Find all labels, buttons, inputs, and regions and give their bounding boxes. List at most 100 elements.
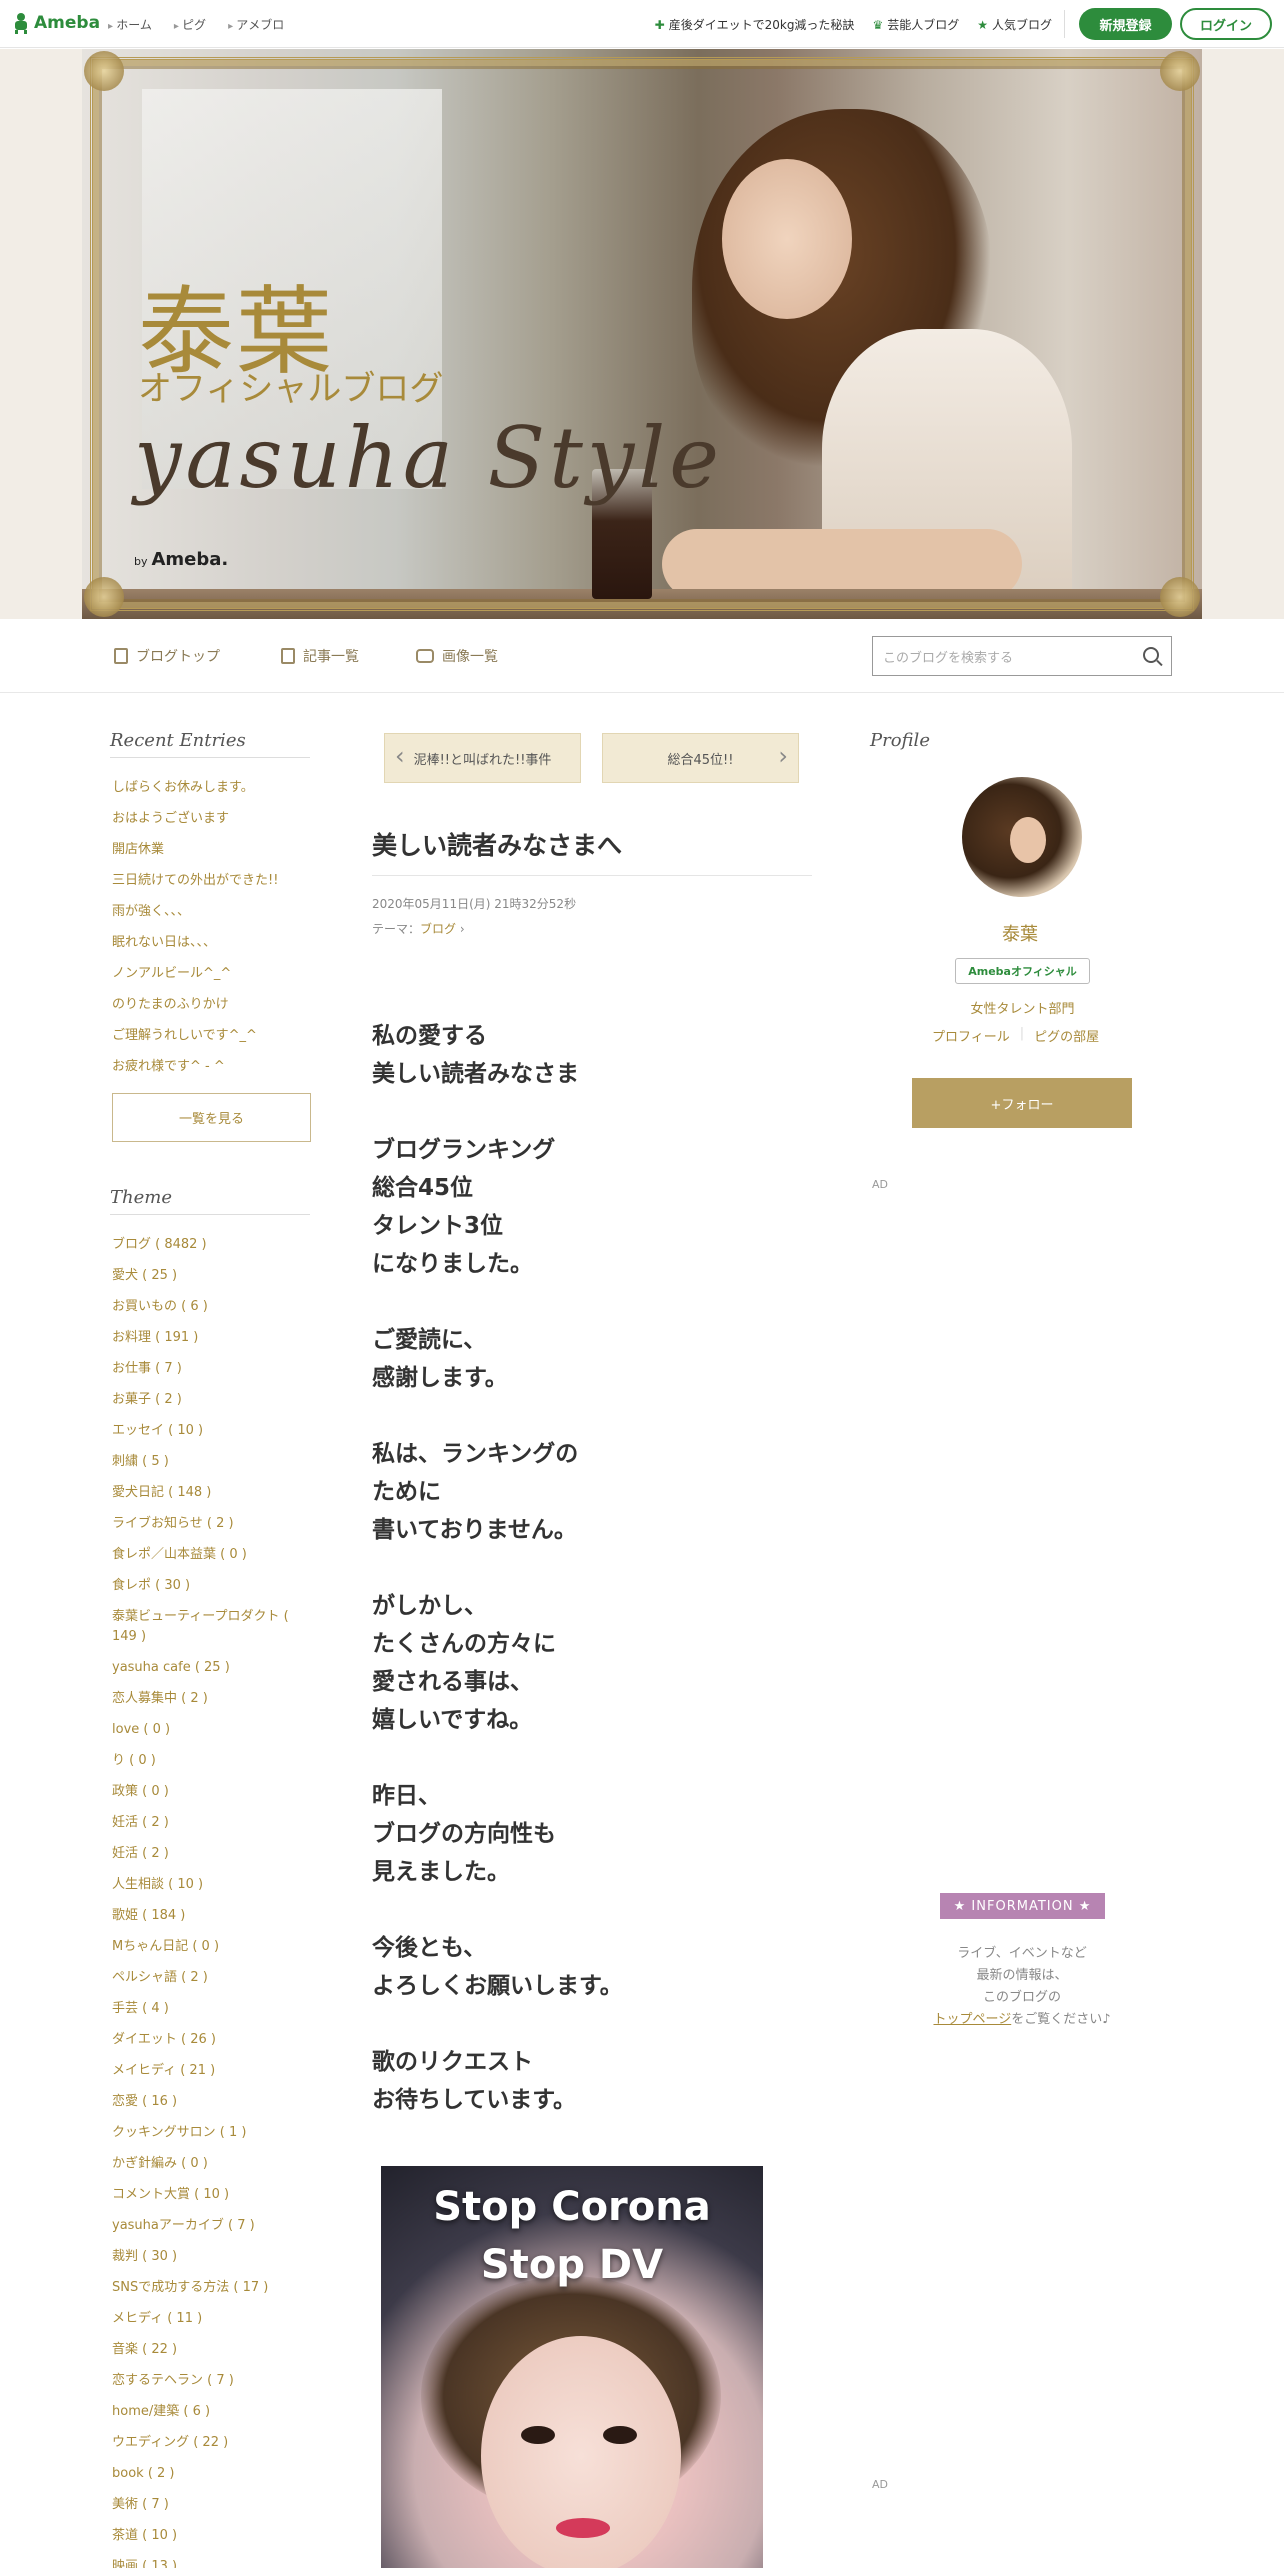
plus-icon: ✚ bbox=[654, 18, 665, 32]
theme-link[interactable]: ウエディング ( 22 ) bbox=[112, 2427, 312, 2458]
profile-avatar[interactable] bbox=[962, 777, 1082, 897]
prev-entry-label: 泥棒!!と叫ばれた!!事件 bbox=[413, 752, 552, 768]
recent-entry-link[interactable]: お疲れ様です^ - ^ bbox=[112, 1051, 312, 1082]
nav-ameblo[interactable]: アメブロ bbox=[228, 16, 284, 33]
theme-link[interactable]: お菓子 ( 2 ) bbox=[112, 1384, 312, 1415]
theme-link[interactable]: 愛犬日記 ( 148 ) bbox=[112, 1477, 312, 1508]
link-diet[interactable]: ✚ 産後ダイエットで20kg減った秘訣 bbox=[655, 16, 855, 33]
theme-link[interactable]: love ( 0 ) bbox=[112, 1714, 312, 1745]
theme-link[interactable]: 茶道 ( 10 ) bbox=[112, 2520, 312, 2551]
theme-link[interactable]: コメント大賞 ( 10 ) bbox=[112, 2179, 312, 2210]
ameba-label: Ameba. bbox=[151, 549, 229, 570]
theme-link[interactable]: エッセイ ( 10 ) bbox=[112, 1415, 312, 1446]
by-label: by bbox=[134, 555, 148, 568]
theme-link[interactable]: Mちゃん日記 ( 0 ) bbox=[112, 1931, 312, 1962]
theme-link[interactable]: お買いもの ( 6 ) bbox=[112, 1291, 312, 1322]
recent-entry-link[interactable]: 三日続けての外出ができた!! bbox=[112, 865, 312, 896]
theme-link[interactable]: ブログ ( 8482 ) bbox=[112, 1229, 312, 1260]
theme-link[interactable]: ダイエット ( 26 ) bbox=[112, 2024, 312, 2055]
recent-entry-link[interactable]: のりたまのふりかけ bbox=[112, 989, 312, 1020]
recent-entry-link[interactable]: 開店休業 bbox=[112, 834, 312, 865]
star-icon: ★ bbox=[977, 18, 988, 32]
recent-entry-link[interactable]: しばらくお休みします。 bbox=[112, 772, 312, 803]
nav-home[interactable]: ホーム bbox=[108, 16, 152, 33]
prev-entry-button[interactable]: ‹ 泥棒!!と叫ばれた!!事件 bbox=[384, 733, 581, 783]
entry-theme: テーマ：ブログ › bbox=[372, 920, 465, 937]
subnav-blog-top[interactable]: ブログトップ bbox=[114, 646, 220, 666]
profile-link[interactable]: プロフィール bbox=[932, 1026, 1010, 1045]
theme-link[interactable]: 政策 ( 0 ) bbox=[112, 1776, 312, 1807]
theme-link[interactable]: メヒディ ( 11 ) bbox=[112, 2303, 312, 2334]
theme-link[interactable]: り ( 0 ) bbox=[112, 1745, 312, 1776]
theme-link[interactable]: 愛犬 ( 25 ) bbox=[112, 1260, 312, 1291]
photo-lips bbox=[556, 2518, 610, 2538]
ameba-logo[interactable]: Ameba bbox=[12, 12, 100, 34]
recent-entry-link[interactable]: ご理解うれしいです^_^ bbox=[112, 1020, 312, 1051]
blog-search-input[interactable]: このブログを検索する bbox=[872, 636, 1172, 676]
see-all-entries-button[interactable]: 一覧を見る bbox=[112, 1093, 311, 1142]
theme-link[interactable]: 恋するテヘラン ( 7 ) bbox=[112, 2365, 312, 2396]
login-button[interactable]: ログイン bbox=[1180, 8, 1272, 40]
theme-link[interactable]: お料理 ( 191 ) bbox=[112, 1322, 312, 1353]
theme-link[interactable]: book ( 2 ) bbox=[112, 2458, 312, 2489]
profile-heading: Profile bbox=[870, 730, 930, 751]
theme-link[interactable]: 食レポ／山本益葉 ( 0 ) bbox=[112, 1539, 312, 1570]
frame-corner-ornament bbox=[84, 577, 124, 617]
search-icon[interactable] bbox=[1143, 647, 1159, 663]
entry-title[interactable]: 美しい読者みなさまへ bbox=[372, 826, 622, 862]
theme-link[interactable]: 手芸 ( 4 ) bbox=[112, 1993, 312, 2024]
entry-title-divider bbox=[372, 875, 812, 876]
photo-eye bbox=[521, 2426, 555, 2444]
recent-entry-link[interactable]: 雨が強く、、、 bbox=[112, 896, 312, 927]
theme-link[interactable]: 人生相談 ( 10 ) bbox=[112, 1869, 312, 1900]
theme-link[interactable]: yasuhaアーカイブ ( 7 ) bbox=[112, 2210, 312, 2241]
link-celebrity-blog[interactable]: ♛ 芸能人ブログ bbox=[872, 16, 959, 33]
top-page-link[interactable]: トップページ bbox=[933, 2012, 1011, 2027]
theme-link[interactable]: お仕事 ( 7 ) bbox=[112, 1353, 312, 1384]
next-entry-button[interactable]: 総合45位!! › bbox=[602, 733, 799, 783]
theme-link[interactable]: ライブお知らせ ( 2 ) bbox=[112, 1508, 312, 1539]
theme-link[interactable]: 美術 ( 7 ) bbox=[112, 2489, 312, 2520]
link-popular-blog[interactable]: ★ 人気ブログ bbox=[977, 16, 1052, 33]
information-badge: ★ INFORMATION ★ bbox=[940, 1893, 1105, 1919]
theme-link[interactable]: 裁判 ( 30 ) bbox=[112, 2241, 312, 2272]
theme-link[interactable]: 歌姫 ( 184 ) bbox=[112, 1900, 312, 1931]
profile-category[interactable]: 女性タレント部門 bbox=[955, 998, 1090, 1017]
official-badge: Amebaオフィシャル bbox=[955, 958, 1090, 984]
photo-eye bbox=[603, 2426, 637, 2444]
entry-theme-link[interactable]: ブログ bbox=[420, 922, 456, 936]
theme-link[interactable]: 泰葉ビューティープロダクト ( 149 ) bbox=[112, 1601, 312, 1652]
theme-link[interactable]: 恋人募集中 ( 2 ) bbox=[112, 1683, 312, 1714]
theme-link[interactable]: 妊活 ( 2 ) bbox=[112, 1838, 312, 1869]
subnav-entry-list[interactable]: 記事一覧 bbox=[281, 646, 359, 666]
recent-entry-link[interactable]: ノンアルビール^_^ bbox=[112, 958, 312, 989]
link-celebrity-label: 芸能人ブログ bbox=[887, 18, 960, 32]
signup-button[interactable]: 新規登録 bbox=[1079, 8, 1172, 40]
theme-link[interactable]: 刺繍 ( 5 ) bbox=[112, 1446, 312, 1477]
recent-entry-link[interactable]: 眠れない日は、、、 bbox=[112, 927, 312, 958]
theme-link[interactable]: SNSで成功する方法 ( 17 ) bbox=[112, 2272, 312, 2303]
theme-link[interactable]: 恋愛 ( 16 ) bbox=[112, 2086, 312, 2117]
pigg-room-link[interactable]: ピグの部屋 bbox=[1034, 1026, 1099, 1045]
theme-link[interactable]: メイヒディ ( 21 ) bbox=[112, 2055, 312, 2086]
profile-name[interactable]: 泰葉 bbox=[1002, 920, 1038, 946]
theme-link[interactable]: クッキングサロン ( 1 ) bbox=[112, 2117, 312, 2148]
link-popular-label: 人気ブログ bbox=[991, 18, 1052, 32]
follow-button[interactable]: +フォロー bbox=[912, 1078, 1132, 1128]
photo-caption-line1: Stop Corona bbox=[433, 2184, 711, 2230]
theme-link[interactable]: 食レポ ( 30 ) bbox=[112, 1570, 312, 1601]
nav-pigg[interactable]: ピグ bbox=[174, 16, 206, 33]
blog-header-banner[interactable]: 泰葉 オフィシャルブログ yasuha Style by Ameba. bbox=[82, 49, 1202, 619]
theme-link[interactable]: ペルシャ語 ( 2 ) bbox=[112, 1962, 312, 1993]
subnav-image-list[interactable]: 画像一覧 bbox=[416, 646, 498, 666]
theme-link[interactable]: yasuha cafe ( 25 ) bbox=[112, 1652, 312, 1683]
theme-link[interactable]: かぎ針編み ( 0 ) bbox=[112, 2148, 312, 2179]
theme-link[interactable]: home/建築 ( 6 ) bbox=[112, 2396, 312, 2427]
theme-link[interactable]: 音楽 ( 22 ) bbox=[112, 2334, 312, 2365]
entry-photo[interactable]: Stop Corona Stop DV bbox=[381, 2166, 763, 2568]
theme-link[interactable]: 映画 ( 13 ) bbox=[112, 2551, 312, 2568]
frame-corner-ornament bbox=[1160, 51, 1200, 91]
recent-entry-link[interactable]: おはようございます bbox=[112, 803, 312, 834]
theme-link[interactable]: 妊活 ( 2 ) bbox=[112, 1807, 312, 1838]
info-line: 最新の情報は、 bbox=[976, 1968, 1068, 1983]
